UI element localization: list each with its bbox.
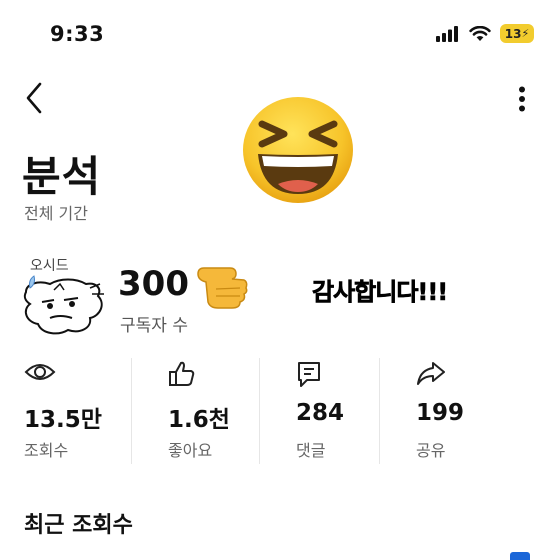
eye-icon	[24, 360, 56, 388]
chevron-left-icon	[26, 82, 42, 114]
stat-label: 좋아요	[168, 441, 213, 460]
share-icon	[416, 360, 446, 390]
battery-icon: 13 ⚡	[500, 24, 534, 43]
thanks-sticker-text: 감사합니다!!!	[312, 278, 449, 307]
recent-views-title: 최근 조회수	[24, 513, 133, 538]
floating-button-edge[interactable]	[510, 552, 530, 560]
laughing-face-emoji	[240, 94, 356, 210]
stat-comments[interactable]: 284 댓글	[296, 354, 426, 464]
status-time: 9:33	[50, 22, 105, 46]
pointing-hand-emoji	[196, 258, 250, 314]
divider	[379, 358, 380, 464]
stat-shares[interactable]: 199 공유	[416, 354, 546, 464]
thumbs-up-icon	[168, 360, 196, 392]
battery-level: 13	[504, 26, 522, 41]
more-vertical-icon	[519, 86, 525, 112]
stat-value: 13.5만	[24, 407, 102, 433]
stat-label: 공유	[416, 441, 446, 460]
stat-value: 199	[416, 400, 465, 426]
more-options-button[interactable]	[518, 86, 526, 116]
stat-views[interactable]: 13.5만 조회수	[24, 354, 154, 464]
stats-row: 13.5만 조회수 1.6천 좋아요 284 댓글 199 공유	[0, 354, 560, 464]
subscriber-label: 구독자 수	[120, 316, 188, 336]
stat-label: 댓글	[296, 441, 326, 460]
channel-avatar[interactable]: 오시드	[20, 254, 108, 348]
status-icons: 13 ⚡	[436, 24, 534, 43]
comment-icon	[296, 360, 322, 392]
back-button[interactable]	[24, 82, 46, 118]
period-label: 전체 기간	[24, 204, 88, 223]
wifi-icon	[469, 25, 491, 41]
page-title: 분석	[22, 152, 102, 201]
stat-label: 조회수	[24, 441, 69, 460]
charging-bolt-icon: ⚡	[521, 27, 530, 40]
subscriber-count: 300	[118, 264, 189, 304]
doodle-label: 오시드	[30, 258, 69, 274]
divider	[131, 358, 132, 464]
divider	[259, 358, 260, 464]
cellular-signal-icon	[436, 25, 458, 42]
stat-likes[interactable]: 1.6천 좋아요	[168, 354, 298, 464]
stat-value: 1.6천	[168, 407, 230, 433]
stat-value: 284	[296, 400, 345, 426]
